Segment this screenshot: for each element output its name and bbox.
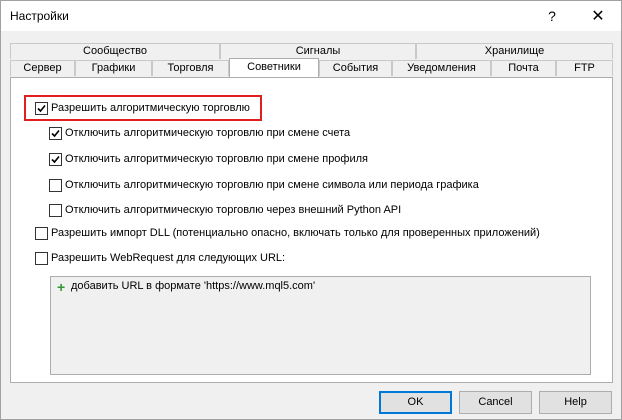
add-url-hint[interactable]: добавить URL в формате 'https://www.mql5… bbox=[71, 280, 315, 292]
tab-community[interactable]: Сообщество bbox=[10, 43, 220, 59]
disable-on-account-change-checkbox[interactable] bbox=[49, 127, 62, 140]
cancel-button[interactable]: Cancel bbox=[459, 391, 532, 414]
disable-on-account-change-label: Отключить алгоритмическую торговлю при с… bbox=[65, 127, 351, 139]
tab-ftp[interactable]: FTP bbox=[556, 60, 613, 76]
tab-expert-advisors[interactable]: Советники bbox=[229, 58, 319, 77]
disable-via-python-api-checkbox[interactable] bbox=[49, 204, 62, 217]
checkmark-icon bbox=[51, 129, 60, 138]
tab-row-bottom: Сервер Графики Торговля Советники Событи… bbox=[10, 58, 613, 77]
allow-webrequest-label: Разрешить WebRequest для следующих URL: bbox=[51, 252, 286, 264]
allow-webrequest-checkbox[interactable] bbox=[35, 252, 48, 265]
disable-on-profile-change-checkbox[interactable] bbox=[49, 153, 62, 166]
tab-charts[interactable]: Графики bbox=[75, 60, 152, 76]
disable-on-profile-change-label: Отключить алгоритмическую торговлю при с… bbox=[65, 153, 368, 165]
add-icon[interactable]: + bbox=[57, 280, 65, 294]
tab-trade[interactable]: Торговля bbox=[152, 60, 229, 76]
tab-signals[interactable]: Сигналы bbox=[220, 43, 416, 59]
allow-algo-trading-checkbox[interactable] bbox=[35, 102, 48, 115]
disable-via-python-api-label: Отключить алгоритмическую торговлю через… bbox=[65, 204, 402, 216]
tab-storage[interactable]: Хранилище bbox=[416, 43, 613, 59]
disable-on-symbol-change-label: Отключить алгоритмическую торговлю при с… bbox=[65, 179, 479, 191]
checkmark-icon bbox=[37, 104, 46, 113]
disable-on-symbol-change-checkbox[interactable] bbox=[49, 179, 62, 192]
window-title: Настройки bbox=[10, 9, 69, 23]
tab-notifications[interactable]: Уведомления bbox=[392, 60, 491, 76]
help-icon[interactable]: ? bbox=[529, 1, 575, 31]
ok-button[interactable]: OK bbox=[379, 391, 452, 414]
allow-dll-import-label: Разрешить импорт DLL (потенциально опасн… bbox=[51, 227, 540, 239]
title-bar: Настройки ? ✕ bbox=[1, 1, 621, 31]
settings-dialog: Настройки ? ✕ Сообщество Сигналы Хранили… bbox=[0, 0, 622, 420]
tab-events[interactable]: События bbox=[319, 60, 392, 76]
allow-algo-trading-label: Разрешить алгоритмическую торговлю bbox=[51, 102, 250, 114]
tab-email[interactable]: Почта bbox=[491, 60, 556, 76]
checkmark-icon bbox=[51, 155, 60, 164]
tab-server[interactable]: Сервер bbox=[10, 60, 75, 76]
help-button[interactable]: Help bbox=[539, 391, 612, 414]
close-icon[interactable]: ✕ bbox=[575, 1, 621, 31]
allow-dll-import-checkbox[interactable] bbox=[35, 227, 48, 240]
